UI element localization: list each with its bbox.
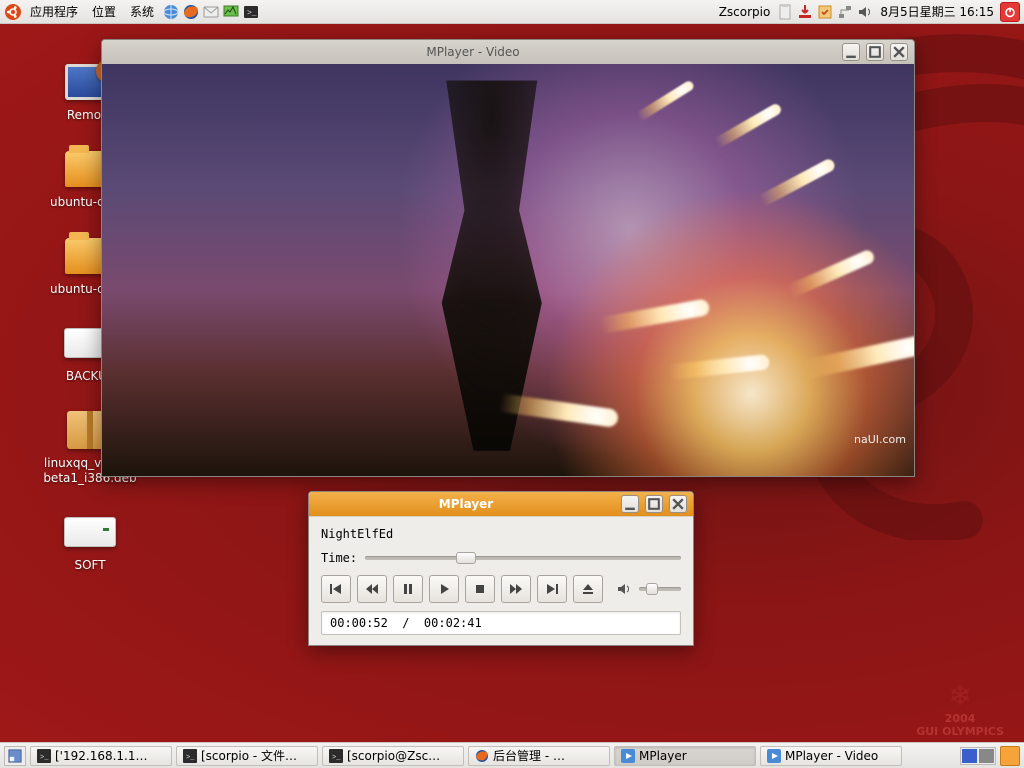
skip-end-button[interactable]	[537, 575, 567, 603]
video-window: MPlayer - Video naUI.com	[101, 39, 915, 477]
play-button[interactable]	[429, 575, 459, 603]
close-button[interactable]	[669, 495, 687, 513]
globe-icon[interactable]	[162, 3, 180, 21]
mail-icon[interactable]	[202, 3, 220, 21]
clock[interactable]: 8月5日星期三 16:15	[876, 3, 998, 20]
taskbar-item[interactable]: >_ [scorpio@Zsc…	[322, 746, 464, 766]
mplayer-window: MPlayer NightElfEd Time: 00:0	[308, 491, 694, 646]
taskbar-item[interactable]: 后台管理 - …	[468, 746, 610, 766]
mplayer-icon	[621, 749, 635, 763]
taskbar-item[interactable]: MPlayer	[614, 746, 756, 766]
desktop-icon[interactable]: SOFT	[20, 510, 160, 573]
taskbar-item-label: MPlayer	[639, 749, 687, 763]
taskbar-item[interactable]: >_ [scorpio - 文件…	[176, 746, 318, 766]
svg-text:>_: >_	[186, 754, 195, 762]
skip-start-button[interactable]	[321, 575, 351, 603]
user-label[interactable]: Zscorpio	[715, 5, 775, 19]
svg-text:>_: >_	[332, 754, 341, 762]
seek-thumb[interactable]	[456, 552, 476, 564]
top-panel: 应用程序 位置 系统 >_ Zscorpio 8月5日星期三 16:15	[0, 0, 1024, 24]
tray-update-icon[interactable]	[816, 3, 834, 21]
svg-text:>_: >_	[247, 9, 257, 18]
taskbar-item-label: 后台管理 - …	[493, 747, 565, 764]
tray-volume-icon[interactable]	[856, 3, 874, 21]
tray-network-icon[interactable]	[836, 3, 854, 21]
time-label: Time:	[321, 551, 357, 565]
volume-slider[interactable]	[639, 587, 681, 591]
stop-button[interactable]	[465, 575, 495, 603]
mplayer-title: MPlayer	[317, 497, 615, 511]
tray-clipboard-icon[interactable]	[776, 3, 794, 21]
firefox-icon	[475, 749, 489, 763]
taskbar-item-label: [scorpio@Zsc…	[347, 749, 440, 763]
desktop-badge: ❄ 2004 GUI OLYMPICS	[916, 679, 1004, 738]
mplayer-titlebar[interactable]: MPlayer	[309, 492, 693, 516]
terminal-icon[interactable]: >_	[242, 3, 260, 21]
menu-places[interactable]: 位置	[86, 3, 122, 20]
eject-button[interactable]	[573, 575, 603, 603]
menu-system[interactable]: 系统	[124, 3, 160, 20]
video-window-titlebar[interactable]: MPlayer - Video	[102, 40, 914, 64]
maximize-button[interactable]	[645, 495, 663, 513]
terminal-icon: >_	[183, 749, 197, 763]
maximize-button[interactable]	[866, 43, 884, 61]
video-watermark: naUI.com	[854, 433, 906, 446]
track-name: NightElfEd	[321, 527, 681, 541]
menu-applications[interactable]: 应用程序	[24, 3, 84, 20]
monitor-icon[interactable]	[222, 3, 240, 21]
desktop-icon-label: SOFT	[20, 558, 160, 573]
power-button[interactable]	[1000, 2, 1020, 22]
svg-text:>_: >_	[40, 754, 49, 762]
mplayer-icon	[767, 749, 781, 763]
volume-icon	[615, 580, 633, 598]
minimize-button[interactable]	[621, 495, 639, 513]
show-desktop-button[interactable]	[4, 746, 26, 766]
volume-thumb[interactable]	[646, 583, 658, 595]
video-window-title: MPlayer - Video	[110, 45, 836, 59]
taskbar-item-label: MPlayer - Video	[785, 749, 878, 763]
close-button[interactable]	[890, 43, 908, 61]
minimize-button[interactable]	[842, 43, 860, 61]
pause-button[interactable]	[393, 575, 423, 603]
fastforward-button[interactable]	[501, 575, 531, 603]
seek-slider[interactable]	[365, 556, 681, 560]
trash-icon[interactable]	[1000, 746, 1020, 766]
video-canvas[interactable]: naUI.com	[102, 64, 914, 476]
ubuntu-logo-icon[interactable]	[4, 3, 22, 21]
taskbar-item[interactable]: >_ ['192.168.1.1…	[30, 746, 172, 766]
rewind-button[interactable]	[357, 575, 387, 603]
tray-download-icon[interactable]	[796, 3, 814, 21]
taskbar-item-label: ['192.168.1.1…	[55, 749, 148, 763]
workspace-switcher[interactable]	[960, 747, 996, 765]
time-readout: 00:00:52 / 00:02:41	[321, 611, 681, 635]
taskbar-item-label: [scorpio - 文件…	[201, 747, 297, 764]
terminal-icon: >_	[329, 749, 343, 763]
bottom-panel: >_ ['192.168.1.1… >_ [scorpio - 文件… >_ [scorp…	[0, 742, 1024, 768]
terminal-icon: >_	[37, 749, 51, 763]
taskbar-item[interactable]: MPlayer - Video	[760, 746, 902, 766]
firefox-icon[interactable]	[182, 3, 200, 21]
